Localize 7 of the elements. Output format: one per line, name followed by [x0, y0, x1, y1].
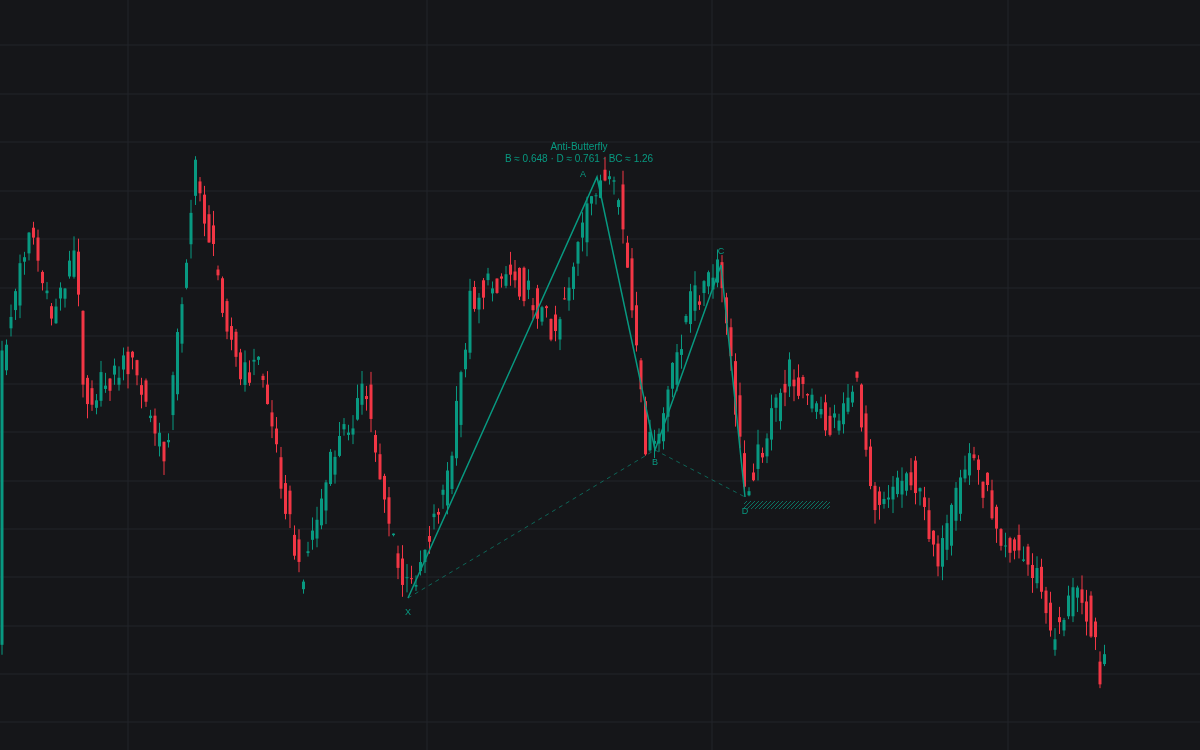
- pattern-ratios: B ≈ 0.648 · D ≈ 0.761 · BC ≈ 1.26: [504, 153, 654, 164]
- point-label: D: [741, 506, 749, 516]
- point-label: B: [652, 457, 658, 467]
- point-label: C: [717, 246, 725, 256]
- pattern-title: Anti-Butterfly: [550, 141, 608, 152]
- point-label: A: [580, 169, 586, 179]
- point-label: X: [405, 607, 411, 617]
